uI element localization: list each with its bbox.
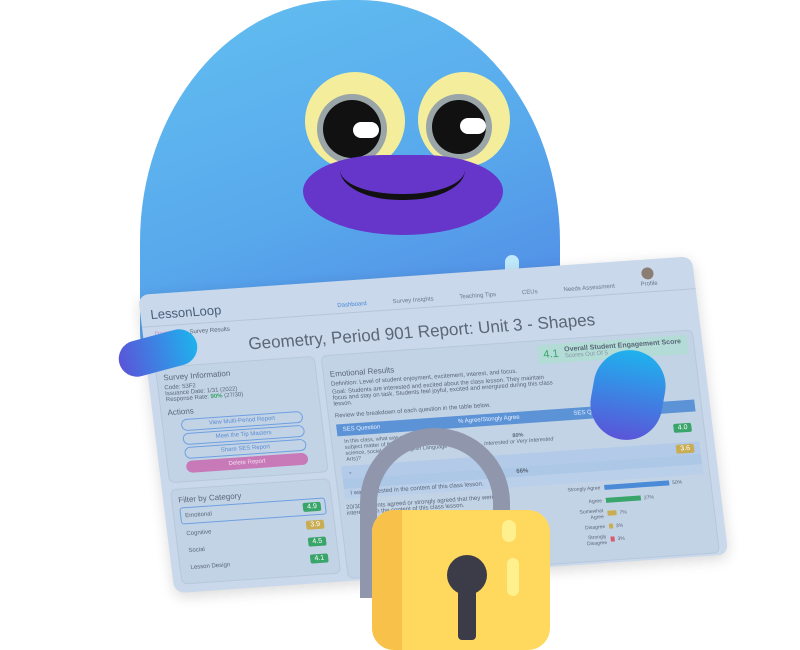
response-count: (27/30) bbox=[223, 391, 244, 400]
nav-dashboard[interactable]: Dashboard bbox=[337, 301, 367, 309]
breadcrumb-current: Survey Results bbox=[189, 326, 231, 336]
chart-category-label: Disagree bbox=[584, 523, 606, 531]
score-badge: 4.0 bbox=[673, 422, 693, 433]
nav-needs-assessment[interactable]: Needs Assessment bbox=[563, 284, 615, 294]
chart-bar bbox=[604, 480, 670, 490]
chart-value-label: 50% bbox=[671, 479, 683, 486]
profile-label: Profile bbox=[640, 280, 659, 288]
filter-label: Social bbox=[188, 546, 206, 554]
score-badge: 4.9 bbox=[302, 501, 322, 512]
response-chart: Strongly Agree 50% Agree 27% Somewhat Agree 7… bbox=[566, 475, 704, 549]
chart-value-label: 7% bbox=[619, 508, 628, 516]
chart-category-label: Strongly Disagree bbox=[586, 533, 608, 547]
chart-bar bbox=[605, 495, 642, 503]
nav-ceus[interactable]: CEUs bbox=[522, 289, 538, 296]
score-badge: 3.9 bbox=[305, 519, 325, 530]
chart-category-label: Agree bbox=[588, 497, 603, 505]
chart-value-label: 3% bbox=[615, 522, 624, 529]
filter-label: Cognitive bbox=[186, 528, 212, 537]
chart-value-label: 27% bbox=[643, 494, 655, 501]
filter-label: Emotional bbox=[184, 510, 213, 519]
chart-value-label: 3% bbox=[617, 535, 626, 542]
right-eye bbox=[418, 72, 510, 167]
logo[interactable]: LessonLoop bbox=[150, 302, 223, 322]
avatar bbox=[641, 266, 655, 280]
pct-note: Interested or Very Interested bbox=[483, 436, 554, 448]
score-badge: 4.5 bbox=[307, 536, 327, 547]
chart-category-label: Strongly Agree bbox=[567, 484, 601, 493]
response-rate-value: 90% bbox=[210, 393, 223, 401]
score-value: 4.1 bbox=[542, 347, 560, 361]
nav-survey-insights[interactable]: Survey Insights bbox=[392, 296, 434, 305]
nav-profile[interactable]: Profile bbox=[639, 266, 659, 288]
filter-label: Lesson Design bbox=[190, 561, 231, 571]
survey-info-card: Survey Information Code: 53F2 Issuance D… bbox=[154, 355, 329, 484]
score-badge: 4.1 bbox=[309, 553, 329, 564]
filter-card: Filter by Category Emotional 4.9 Cognitiv… bbox=[169, 478, 342, 585]
score-badge: 3.6 bbox=[675, 443, 695, 454]
nav-teaching-tips[interactable]: Teaching Tips bbox=[459, 292, 496, 301]
lock-icon bbox=[372, 510, 550, 650]
